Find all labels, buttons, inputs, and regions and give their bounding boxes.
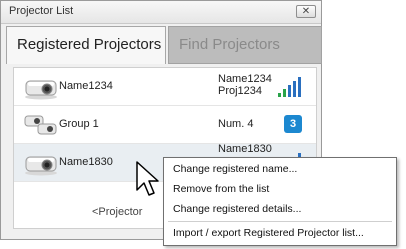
menu-separator [168, 221, 392, 222]
menu-item-remove[interactable]: Remove from the list [173, 183, 269, 195]
projector-detail-line: Proj1234 [218, 85, 263, 97]
mouse-pointer-icon [136, 161, 159, 196]
projector-icon [25, 80, 57, 100]
group-name: Group 1 [59, 118, 99, 130]
title-bar: Projector List ✕ [1, 1, 321, 24]
projector-detail-line: Name1234 [218, 73, 272, 85]
list-placeholder: <Projector [92, 206, 143, 218]
projector-icon [25, 156, 57, 176]
window-title: Projector List [9, 5, 74, 17]
menu-item-change-name[interactable]: Change registered name... [173, 163, 297, 175]
group-count-badge: 3 [284, 115, 302, 133]
list-item[interactable]: Name1234 Name1234 Proj1234 [14, 68, 316, 106]
projector-name: Name1830 [59, 156, 113, 168]
tab-find-projectors[interactable]: Find Projectors [168, 26, 322, 64]
group-count: Num. 4 [218, 118, 254, 130]
close-button[interactable]: ✕ [296, 5, 316, 18]
menu-item-change-details[interactable]: Change registered details... [173, 203, 301, 215]
projector-name: Name1234 [59, 80, 113, 92]
projector-detail-line: Name1830 [218, 143, 272, 155]
tab-registered-projectors[interactable]: Registered Projectors [6, 26, 166, 64]
signal-icon [278, 77, 301, 97]
menu-item-import-export[interactable]: Import / export Registered Projector lis… [173, 227, 364, 239]
projector-group-icon [24, 115, 57, 135]
list-item[interactable]: Group 1 Num. 4 3 [14, 106, 316, 144]
projector-detail: Name1234 Proj1234 [218, 73, 272, 97]
tab-bar: Registered Projectors Find Projectors [6, 26, 322, 64]
context-menu: Change registered name... Remove from th… [163, 157, 397, 246]
